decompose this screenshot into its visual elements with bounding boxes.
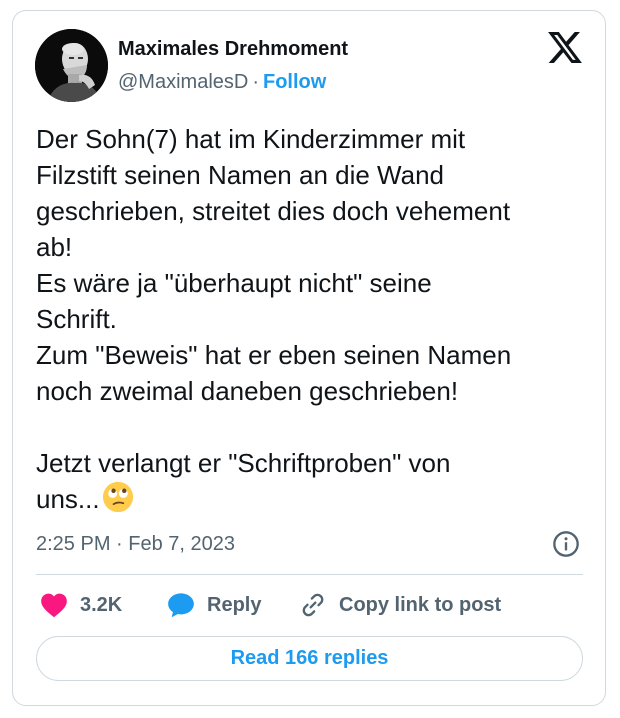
info-icon[interactable]: [552, 530, 580, 558]
reply-button[interactable]: Reply: [167, 590, 261, 620]
avatar-image: [35, 29, 108, 102]
copy-link-button[interactable]: Copy link to post: [299, 590, 501, 620]
tweet-timestamp[interactable]: 2:25 PM · Feb 7, 2023: [36, 531, 235, 557]
author-handle[interactable]: @MaximalesD: [118, 71, 248, 93]
read-replies-label: Read 166 replies: [230, 647, 389, 669]
heart-icon: [41, 593, 67, 618]
divider: [36, 574, 583, 575]
reply-label: Reply: [207, 593, 262, 616]
follow-button[interactable]: Follow: [263, 71, 326, 93]
read-replies-button[interactable]: Read 166 replies: [36, 636, 583, 681]
x-logo-icon[interactable]: [548, 32, 582, 63]
like-button[interactable]: 3.2K: [40, 590, 122, 620]
tweet-text-container: Der Sohn(7) hat im Kinderzimmer mit Filz…: [36, 121, 592, 517]
avatar[interactable]: [35, 29, 108, 102]
tweet-text: Der Sohn(7) hat im Kinderzimmer mit Filz…: [36, 124, 512, 514]
author-handle-row: @MaximalesD · Follow: [118, 70, 326, 94]
separator-dot: ·: [252, 71, 259, 93]
copy-link-label: Copy link to post: [339, 593, 502, 616]
like-count: 3.2K: [80, 593, 123, 616]
face-with-rolling-eyes-icon: [102, 481, 133, 513]
author-display-name[interactable]: Maximales Drehmoment: [118, 37, 348, 61]
link-icon: [302, 593, 324, 617]
speech-bubble-icon: [168, 593, 194, 618]
